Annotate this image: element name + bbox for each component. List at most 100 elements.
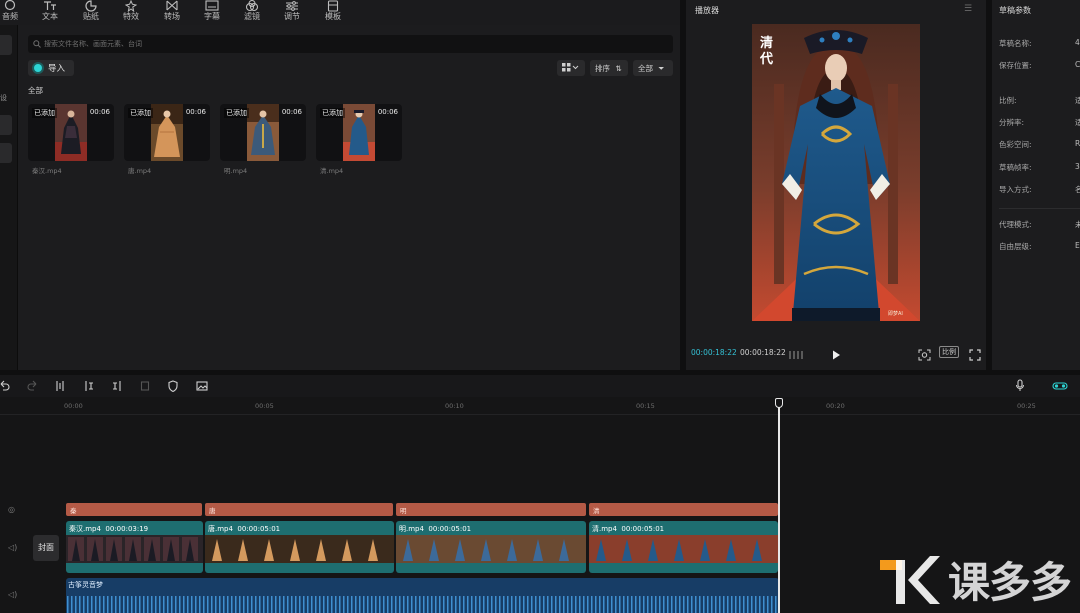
param-value: E [1075,241,1080,250]
media-duration: 00:06 [281,108,302,116]
current-time: 00:00:18:22 [691,348,737,357]
brand-watermark: 课多多 [948,558,1072,607]
ruler-tick: 00:20 [826,402,845,410]
fullscreen-button[interactable] [969,346,981,365]
text-clip[interactable]: 清 [589,503,778,516]
sort-button[interactable]: 排序 ⇅ [590,60,628,76]
redo-icon[interactable] [27,380,37,392]
audio-track-audio-icon[interactable]: ◁) [8,590,17,599]
tool-adjust[interactable]: 调节 [272,0,312,25]
params-divider [999,208,1080,209]
text-clip[interactable]: 明 [396,503,586,516]
media-duration: 00:06 [377,108,398,116]
param-label: 分辨率: [999,118,1025,127]
side-category-item[interactable] [0,115,12,135]
added-badge: 已添加 [320,108,345,118]
tool-effects[interactable]: 特效 [111,0,151,25]
filmstrip [396,535,586,563]
search-placeholder: 搜索文件名称、画面元素、台词 [44,40,142,48]
side-category-label: 设 [0,94,7,102]
param-value: 适 [1075,96,1080,105]
media-card[interactable]: 已添加 00:06 [28,104,114,161]
subtitle-icon [205,0,219,11]
video-watermark: 即梦AI [888,311,903,317]
tool-label: 模板 [325,12,341,21]
text-icon [44,1,56,10]
filter-button[interactable]: 全部 ⏷ [633,60,673,76]
timeline-toolbar [0,375,1080,397]
tool-text[interactable]: 文本 [30,0,70,25]
ruler-tick: 00:10 [445,402,464,410]
side-category-item[interactable] [0,143,12,163]
media-card[interactable]: 已添加 00:06 [316,104,402,161]
total-time: 00:00:18:22 [740,348,786,357]
media-card[interactable]: 已添加 00:06 [220,104,306,161]
side-category-item[interactable] [0,35,12,55]
ruler-tick: 00:15 [636,402,655,410]
link-toggle-icon[interactable] [1052,380,1068,392]
ruler-tick: 00:05 [255,402,274,410]
cover-button[interactable]: 封面 [33,535,59,561]
trim-right-icon[interactable] [112,380,122,392]
tool-subtitle[interactable]: 字幕 [192,0,232,25]
added-badge: 已添加 [224,108,249,118]
filter-icon [245,0,259,12]
undo-icon[interactable] [0,380,10,392]
microphone-icon[interactable] [1015,379,1025,392]
tool-sticker[interactable]: 贴纸 [71,0,111,25]
param-value: 3 [1075,162,1080,171]
text-clip[interactable]: 秦 [66,503,202,516]
playhead-handle[interactable] [775,398,783,408]
media-card[interactable]: 已添加 00:06 [124,104,210,161]
video-clip-label: 唐.mp4 00:00:05:01 [208,525,281,533]
tool-filter[interactable]: 滤镜 [232,0,272,25]
audio-clip[interactable] [66,578,779,613]
param-value: 未 [1075,220,1080,229]
tool-audio[interactable]: 音频 [0,0,30,25]
ruler-tick: 00:25 [1017,402,1036,410]
sort-icon: ⇅ [615,64,622,73]
playhead-line[interactable] [778,402,780,613]
video-clip[interactable]: 唐.mp4 00:00:05:01 [205,521,394,573]
tool-label: 滤镜 [244,12,260,21]
import-label: 导入 [48,64,66,74]
media-card-name: 清.mp4 [320,167,344,175]
asset-toolbar: 音频 文本 贴纸 特效 转场 字幕 滤镜 调节 模板 [0,0,680,25]
param-label: 保存位置: [999,61,1032,70]
sort-label: 排序 [595,64,610,73]
param-label: 代理模式: [999,220,1032,229]
text-clip[interactable]: 唐 [205,503,393,516]
fit-screen-button[interactable] [918,346,931,365]
video-clip[interactable]: 秦汉.mp4 00:00:03:19 [66,521,203,573]
split-icon[interactable] [55,380,65,392]
video-clip[interactable]: 明.mp4 00:00:05:01 [396,521,586,573]
tool-transition[interactable]: 转场 [152,0,192,25]
trim-left-icon[interactable] [84,380,94,392]
delete-icon[interactable] [140,380,150,392]
ratio-button[interactable]: 比例 [939,346,959,358]
image-frame-icon[interactable] [196,380,208,392]
template-icon [327,0,339,12]
video-track-audio-icon[interactable]: ◁) [8,543,17,552]
param-label: 草稿帧率: [999,163,1032,172]
preview-frame [752,24,920,321]
view-mode-button[interactable] [557,60,585,76]
tool-template[interactable]: 模板 [313,0,353,25]
video-preview[interactable] [752,24,920,321]
tool-label: 文本 [42,12,58,21]
video-caption: 清代 [760,36,774,67]
import-button[interactable]: 导入 [28,60,74,76]
audio-clip-label: 古筝灵音梦 [68,581,103,589]
play-button[interactable] [830,346,842,365]
audio-icon [4,0,16,11]
timecode-grid-icon[interactable] [788,346,804,365]
media-panel [0,25,680,370]
video-clip[interactable]: 清.mp4 00:00:05:01 [589,521,778,573]
shield-icon[interactable] [168,380,178,392]
media-search-input[interactable]: 搜索文件名称、画面元素、台词 [28,35,673,53]
param-label: 自由层级: [999,242,1032,251]
tool-label: 贴纸 [83,12,99,21]
player-menu-icon[interactable]: ☰ [964,4,972,14]
text-track-lock-icon[interactable]: ◎ [8,505,15,514]
timeline-ruler[interactable] [0,397,1080,415]
